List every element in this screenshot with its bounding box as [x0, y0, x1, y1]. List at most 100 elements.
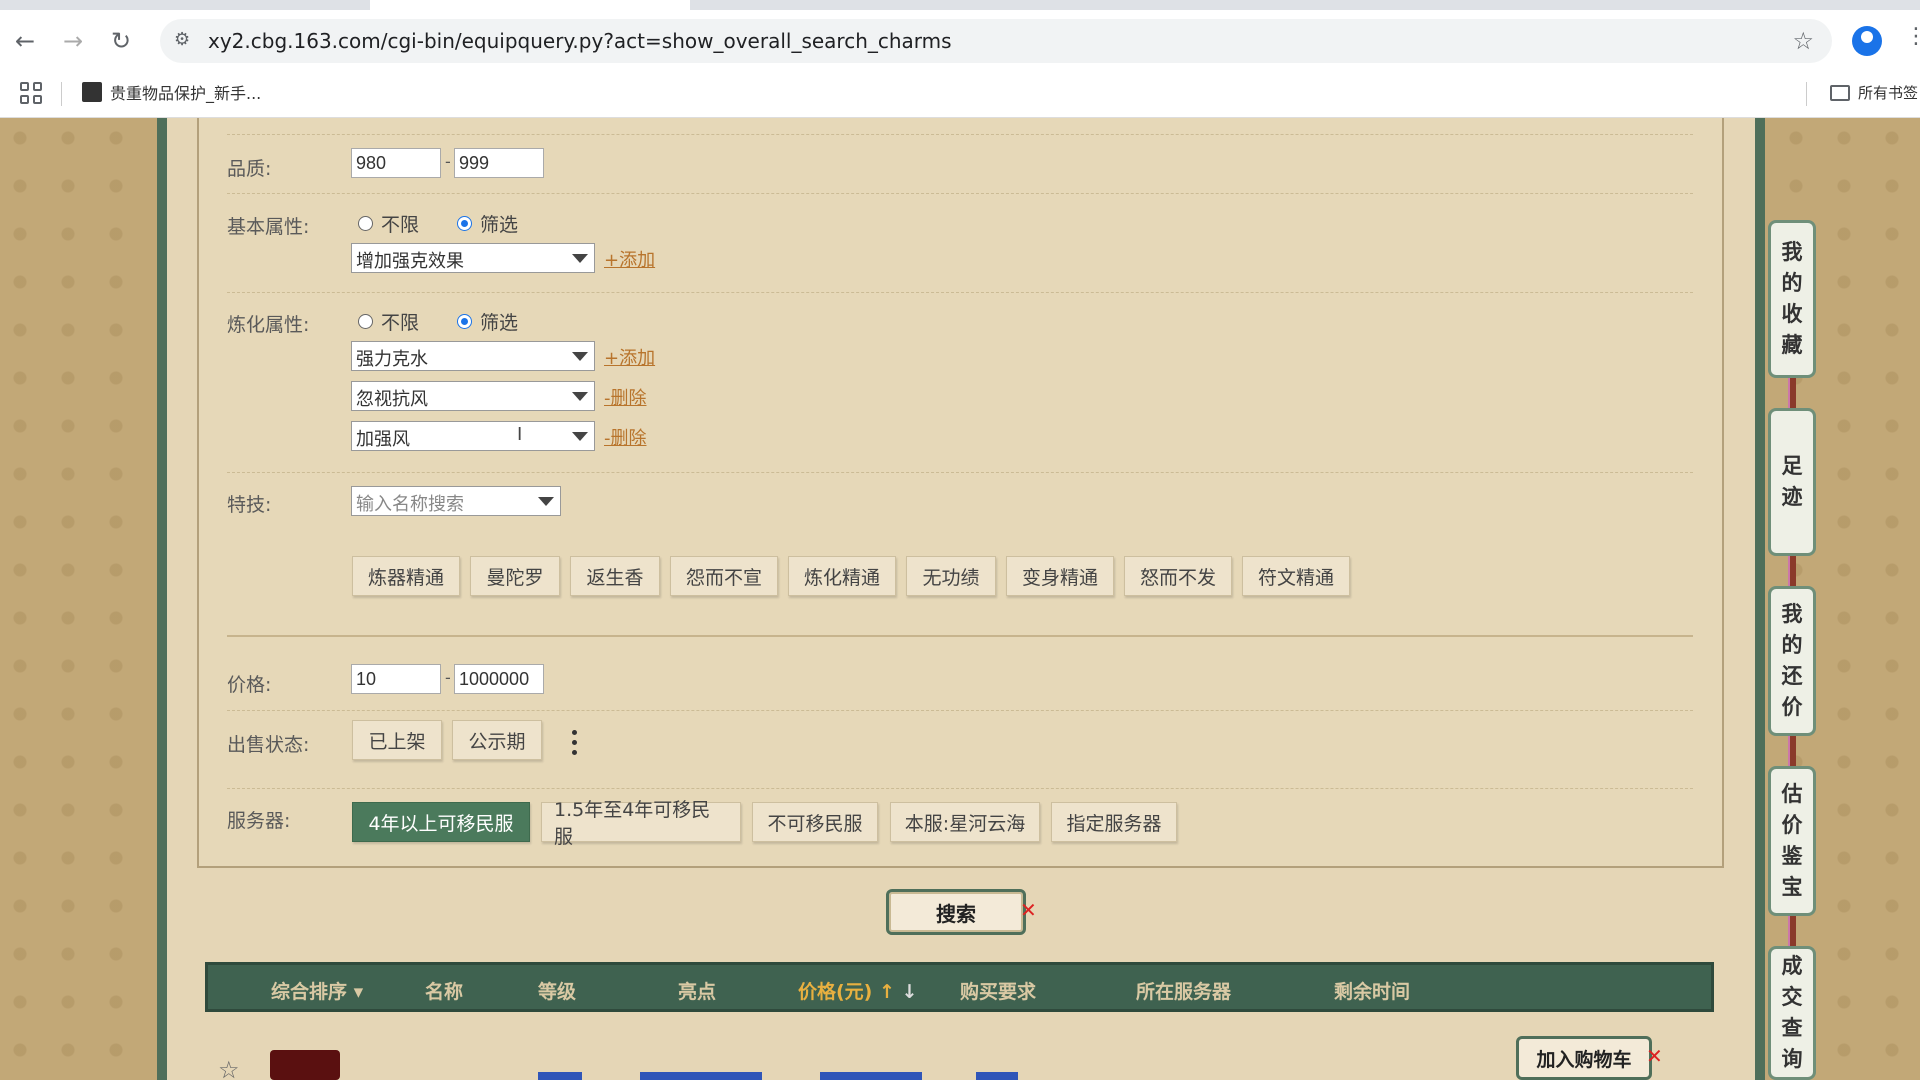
range-dash: - — [445, 152, 451, 171]
refine-attr-label: 炼化属性: — [227, 314, 310, 336]
bookmark-label: 贵重物品保护_新手... — [110, 84, 262, 103]
sale-status-preview[interactable]: 公示期 — [452, 720, 542, 760]
radio-label: 不限 — [381, 214, 420, 236]
quality-min-input[interactable] — [351, 148, 441, 178]
apps-grid-icon[interactable] — [20, 82, 42, 104]
skill-tag[interactable]: 炼化精通 — [788, 556, 896, 596]
side-tab-favorites[interactable]: 我的收藏 — [1768, 220, 1816, 378]
server-header: 所在服务器 — [1136, 981, 1232, 1003]
more-options-icon[interactable] — [572, 730, 578, 760]
server-option[interactable]: 不可移民服 — [752, 802, 878, 842]
bookmark-item[interactable]: 贵重物品保护_新手... — [82, 80, 261, 104]
results-table-header: 综合排序 ▾ 名称 等级 亮点 价格(元) ↑ ↓ 购买要求 所在服务器 剩余时… — [205, 962, 1714, 1012]
basic-attr-radio-filter[interactable]: 筛选 — [457, 210, 518, 237]
quality-max-input[interactable] — [454, 148, 544, 178]
price-badge — [820, 1072, 922, 1080]
basic-attr-radio-any[interactable]: 不限 — [358, 210, 419, 237]
side-tab-deal-search[interactable]: 成交查询 — [1768, 946, 1816, 1080]
side-tab-history[interactable]: 足迹 — [1768, 408, 1816, 556]
favorite-star-icon[interactable]: ☆ — [218, 1056, 240, 1080]
level-header: 等级 — [538, 981, 577, 1003]
select-value: 增加强克效果 — [356, 251, 464, 272]
folder-icon — [1830, 84, 1850, 101]
price-max-input[interactable] — [454, 664, 544, 694]
side-connector — [1788, 556, 1796, 586]
skill-tag[interactable]: 无功绩 — [906, 556, 996, 596]
refine-attr-select-2[interactable]: 忽视抗风 — [351, 381, 595, 411]
basic-attr-select[interactable]: 增加强克效果 — [351, 243, 595, 273]
price-sort-header[interactable]: 价格(元) ↑ ↓ — [798, 977, 917, 1004]
side-tab-my-offers[interactable]: 我的还价 — [1768, 586, 1816, 736]
select-value: 强力克水 — [356, 349, 428, 370]
server-label: 服务器: — [227, 810, 291, 832]
browser-menu-icon[interactable]: ⋮ — [1905, 24, 1920, 49]
back-arrow-icon[interactable]: ← — [8, 24, 42, 58]
radio-label: 筛选 — [480, 312, 519, 334]
skill-tag[interactable]: 怒而不发 — [1124, 556, 1232, 596]
select-placeholder: 输入名称搜索 — [356, 494, 464, 515]
sort-down-icon[interactable]: ↓ — [902, 981, 918, 1003]
url-text[interactable]: xy2.cbg.163.com/cgi-bin/equipquery.py?ac… — [208, 29, 952, 53]
divider — [227, 134, 1693, 135]
server-option[interactable]: 指定服务器 — [1051, 802, 1177, 842]
skill-tag[interactable]: 变身精通 — [1006, 556, 1114, 596]
radio-label: 不限 — [381, 312, 420, 334]
chevron-down-icon — [572, 432, 588, 441]
radio-selected-icon — [457, 314, 472, 329]
refine-attr-delete-link[interactable]: -删除 — [604, 384, 647, 410]
sale-status-listed[interactable]: 已上架 — [352, 720, 442, 760]
text-cursor-icon: I — [517, 424, 523, 445]
skill-tag[interactable]: 符文精通 — [1242, 556, 1350, 596]
skill-tag[interactable]: 炼器精通 — [352, 556, 460, 596]
divider — [227, 710, 1693, 711]
profile-avatar[interactable] — [1852, 26, 1882, 56]
bookmarks-bar: 贵重物品保护_新手... 所有书签 — [0, 72, 1920, 118]
basic-attr-add-link[interactable]: +添加 — [604, 246, 655, 272]
skill-search-select[interactable]: 输入名称搜索 — [351, 486, 561, 516]
refine-attr-radio-filter[interactable]: 筛选 — [457, 308, 518, 335]
add-to-cart-button[interactable]: 加入购物车 — [1516, 1036, 1652, 1080]
side-connector — [1788, 916, 1796, 946]
site-info-icon[interactable]: ⚙ — [174, 29, 198, 53]
chevron-down-icon — [572, 254, 588, 263]
radio-selected-icon — [457, 216, 472, 231]
refine-attr-add-link[interactable]: +添加 — [604, 344, 655, 370]
level-badge — [538, 1072, 582, 1080]
price-min-input[interactable] — [351, 664, 441, 694]
forward-arrow-icon[interactable]: → — [56, 24, 90, 58]
search-button[interactable]: 搜索 — [886, 889, 1026, 935]
side-tab-appraisal[interactable]: 估价鉴宝 — [1768, 766, 1816, 916]
all-bookmarks-label: 所有书签 — [1858, 84, 1919, 102]
skill-tag[interactable]: 曼陀罗 — [470, 556, 560, 596]
item-thumbnail[interactable] — [270, 1050, 340, 1080]
server-option-active[interactable]: 4年以上可移民服 — [352, 802, 530, 842]
refine-attr-select-3[interactable]: 加强风 — [351, 421, 595, 451]
refine-attr-select-1[interactable]: 强力克水 — [351, 341, 595, 371]
chevron-down-icon — [538, 497, 554, 506]
section-divider — [227, 635, 1693, 637]
header-label: 价格(元) — [798, 981, 873, 1003]
skill-tag[interactable]: 怨而不宣 — [670, 556, 778, 596]
refine-attr-delete-link[interactable]: -删除 — [604, 424, 647, 450]
radio-icon — [358, 216, 373, 231]
refine-attr-radio-any[interactable]: 不限 — [358, 308, 419, 335]
favicon-icon — [82, 82, 102, 102]
highlight-header: 亮点 — [678, 981, 717, 1003]
side-connector — [1788, 736, 1796, 766]
radio-icon — [358, 314, 373, 329]
bookmark-star-icon[interactable]: ☆ — [1792, 27, 1814, 55]
divider — [227, 472, 1693, 473]
header-label: 综合排序 — [271, 981, 348, 1003]
highlight-badge — [640, 1072, 762, 1080]
divider — [227, 292, 1693, 293]
all-bookmarks[interactable]: 所有书签 — [1830, 82, 1918, 103]
address-bar[interactable]: ⚙ xy2.cbg.163.com/cgi-bin/equipquery.py?… — [160, 19, 1832, 63]
reload-icon[interactable]: ↻ — [104, 24, 138, 58]
server-option[interactable]: 本服:星河云海 — [890, 802, 1040, 842]
skill-tag[interactable]: 返生香 — [570, 556, 660, 596]
decor-x-icon: ✕ — [1646, 1044, 1663, 1068]
active-tab[interactable] — [370, 0, 690, 10]
server-option[interactable]: 1.5年至4年可移民服 — [541, 799, 741, 848]
select-value: 加强风 — [356, 429, 410, 450]
sort-overall-header[interactable]: 综合排序 ▾ — [271, 977, 363, 1004]
